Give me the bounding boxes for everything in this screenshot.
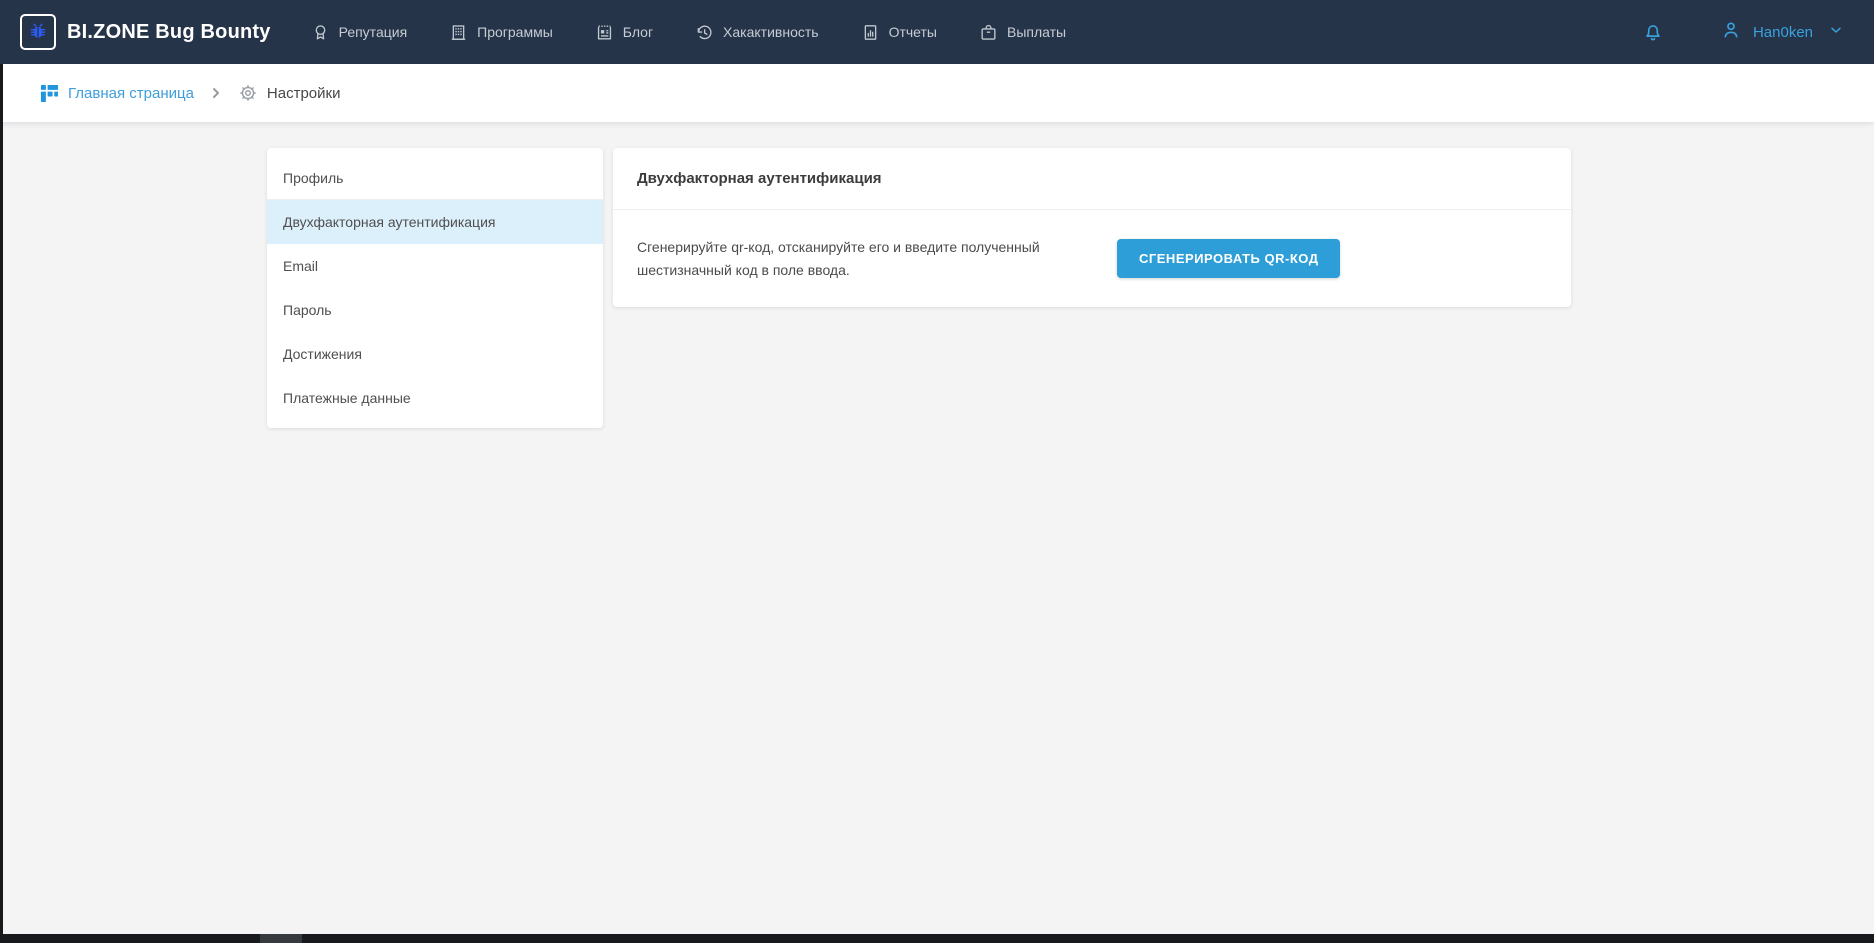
news-icon bbox=[595, 23, 614, 42]
nav-item-label: Выплаты bbox=[1007, 24, 1066, 40]
window-left-edge bbox=[0, 64, 3, 943]
building-icon bbox=[449, 23, 468, 42]
nav-item-label: Репутация bbox=[339, 24, 408, 40]
breadcrumb: Главная страница Настройки bbox=[0, 64, 1874, 122]
nav-item-blog[interactable]: Блог bbox=[595, 23, 653, 42]
panel-header: Двухфакторная аутентификация bbox=[613, 148, 1571, 210]
breadcrumb-separator-icon bbox=[210, 87, 222, 99]
history-icon bbox=[695, 23, 714, 42]
two-factor-description: Сгенерируйте qr-код, отсканируйте его и … bbox=[637, 236, 1061, 282]
settings-side-nav: Профиль Двухфакторная аутентификация Ema… bbox=[267, 148, 603, 428]
settings-nav-item-profile[interactable]: Профиль bbox=[267, 156, 603, 200]
breadcrumb-current-label: Настройки bbox=[267, 85, 341, 102]
user-icon bbox=[1720, 19, 1742, 46]
panel-body: Сгенерируйте qr-код, отсканируйте его и … bbox=[613, 210, 1571, 307]
gear-icon bbox=[238, 83, 258, 103]
settings-nav-item-email[interactable]: Email bbox=[267, 244, 603, 288]
medal-icon bbox=[311, 23, 330, 42]
horizontal-scrollbar[interactable] bbox=[0, 934, 1874, 943]
settings-nav-item-payment-data[interactable]: Платежные данные bbox=[267, 376, 603, 420]
navbar-right: Han0ken bbox=[1642, 19, 1844, 46]
top-navbar: BI.ZONE Bug Bounty Репутация Программы bbox=[0, 0, 1874, 64]
report-icon bbox=[861, 23, 880, 42]
nav-item-label: Хакактивность bbox=[723, 24, 819, 40]
nav-item-label: Блог bbox=[623, 24, 653, 40]
brand-title: BI.ZONE Bug Bounty bbox=[67, 21, 271, 44]
bell-icon bbox=[1642, 21, 1664, 43]
chevron-down-icon bbox=[1822, 22, 1844, 43]
breadcrumb-home-label: Главная страница bbox=[68, 85, 194, 102]
breadcrumb-home-link[interactable]: Главная страница bbox=[40, 84, 194, 103]
breadcrumb-current: Настройки bbox=[238, 83, 341, 103]
generate-qr-button[interactable]: СГЕНЕРИРОВАТЬ QR-КОД bbox=[1117, 239, 1340, 278]
nav-item-programs[interactable]: Программы bbox=[449, 23, 553, 42]
user-menu[interactable]: Han0ken bbox=[1720, 19, 1844, 46]
notifications-button[interactable] bbox=[1642, 21, 1664, 43]
username: Han0ken bbox=[1753, 24, 1813, 41]
settings-nav-item-2fa[interactable]: Двухфакторная аутентификация bbox=[267, 200, 603, 244]
settings-nav-item-password[interactable]: Пароль bbox=[267, 288, 603, 332]
nav-item-label: Отчеты bbox=[889, 24, 937, 40]
settings-page: Профиль Двухфакторная аутентификация Ema… bbox=[0, 122, 1874, 935]
dashboard-icon bbox=[40, 84, 59, 103]
main-nav: Репутация Программы Блог bbox=[311, 23, 1067, 42]
nav-item-hackactivity[interactable]: Хакактивность bbox=[695, 23, 819, 42]
two-factor-panel: Двухфакторная аутентификация Сгенерируйт… bbox=[613, 148, 1571, 307]
nav-item-label: Программы bbox=[477, 24, 553, 40]
bizone-bug-icon bbox=[20, 14, 56, 50]
brand-logo[interactable]: BI.ZONE Bug Bounty bbox=[20, 14, 271, 50]
nav-item-reports[interactable]: Отчеты bbox=[861, 23, 937, 42]
horizontal-scrollbar-thumb[interactable] bbox=[260, 934, 302, 943]
settings-nav-item-achievements[interactable]: Достижения bbox=[267, 332, 603, 376]
briefcase-icon bbox=[979, 23, 998, 42]
nav-item-payouts[interactable]: Выплаты bbox=[979, 23, 1066, 42]
nav-item-reputation[interactable]: Репутация bbox=[311, 23, 408, 42]
panel-title: Двухфакторная аутентификация bbox=[637, 170, 882, 187]
